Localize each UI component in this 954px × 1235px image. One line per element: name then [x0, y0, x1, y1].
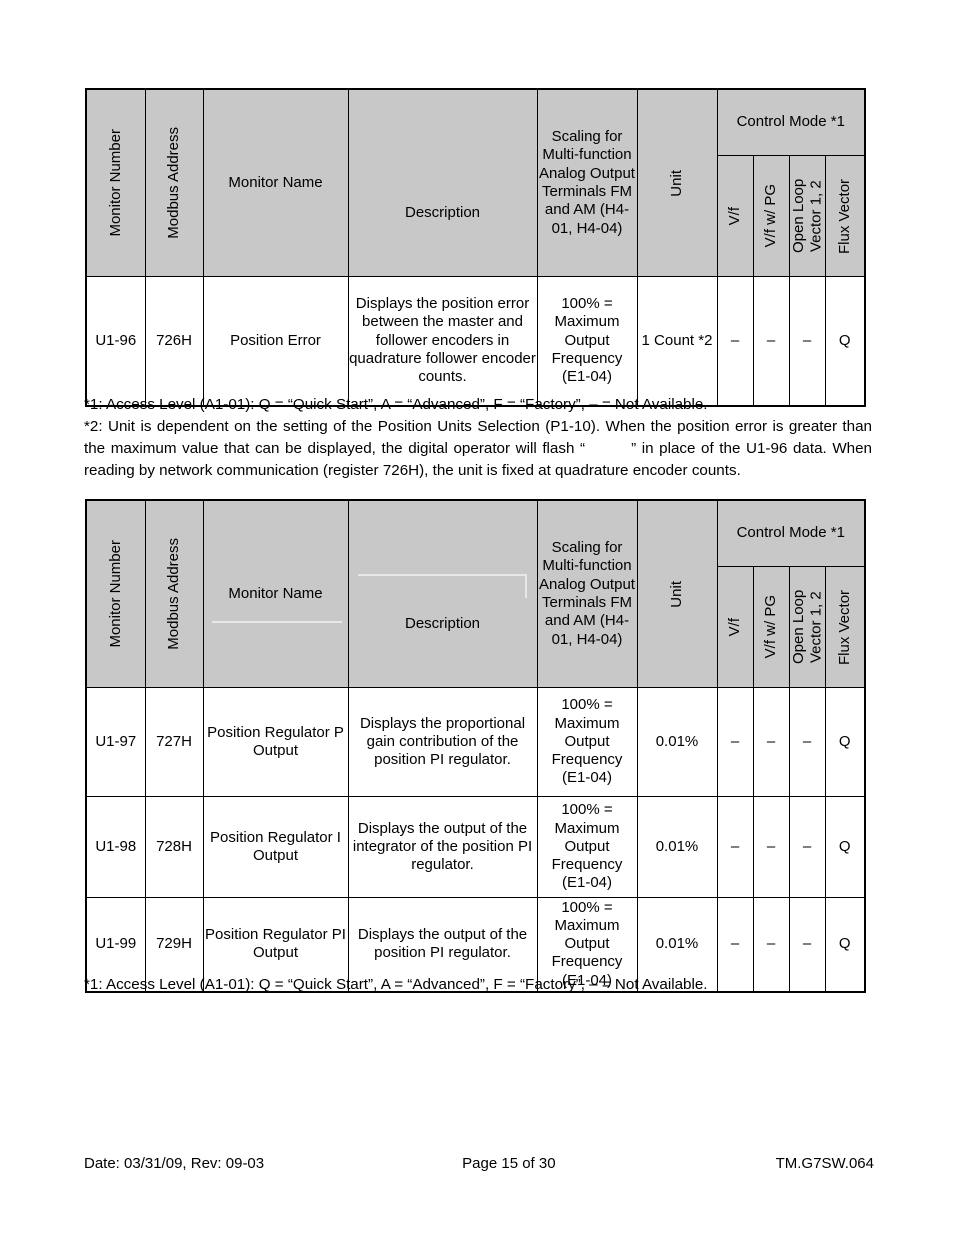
table-header-row-top: Monitor Number Modbus Address Monitor Na… — [85, 499, 866, 688]
table-row: U1-97 727H Position Regulator P Output D… — [85, 687, 866, 797]
header-control-mode: Control Mode *1 — [716, 499, 866, 567]
header-monitor-number-label: Monitor Number — [107, 540, 125, 648]
header-description: Description — [347, 88, 538, 277]
page-footer: Date: 03/31/09, Rev: 09-03 Page 15 of 30… — [84, 1155, 874, 1172]
cell-modbus-address: 728H — [144, 796, 204, 898]
cell-monitor-name: Position Regulator I Output — [202, 796, 349, 898]
header-mode-flux-vector-label: Flux Vector — [836, 178, 854, 254]
cell-scaling: 100% = Maximum Output Frequency (E1-04) — [536, 796, 638, 898]
header-control-mode-label: Control Mode *1 — [736, 113, 845, 131]
monitor-spec-table-1: Monitor Number Modbus Address Monitor Na… — [85, 88, 867, 407]
footer-page-number: Page 15 of 30 — [462, 1155, 556, 1172]
header-monitor-number: Monitor Number — [85, 499, 146, 688]
table-header-row-top: Monitor Number Modbus Address Monitor Na… — [85, 88, 866, 277]
header-monitor-name: Monitor Name — [202, 499, 349, 688]
header-mode-vf: V/f — [716, 155, 754, 277]
header-modbus-address-label: Modbus Address — [165, 538, 183, 650]
cell-mode-vf-pg: – — [752, 276, 790, 406]
header-unit: Unit — [636, 88, 718, 277]
cell-mode-flux-vector: Q — [824, 687, 866, 797]
table2-footnotes: *1: Access Level (A1-01): Q = “Quick Sta… — [84, 974, 872, 996]
header-mode-open-loop-vector-label: Open Loop Vector 1, 2 — [789, 589, 824, 665]
header-mode-vf-pg: V/f w/ PG — [752, 155, 790, 277]
table-row: U1-96 726H Position Error Displays the p… — [85, 276, 866, 406]
header-unit-label: Unit — [668, 169, 686, 197]
header-mode-flux-vector-label: Flux Vector — [836, 589, 854, 665]
cell-mode-open-loop-vector: – — [788, 276, 826, 406]
header-monitor-name: Monitor Name — [202, 88, 349, 277]
cell-mode-vf: – — [716, 796, 754, 898]
table2-body: U1-97 727H Position Regulator P Output D… — [85, 687, 866, 992]
header-mode-flux-vector: Flux Vector — [824, 566, 866, 688]
header-description: Description — [347, 499, 538, 688]
document-page: Monitor Number Modbus Address Monitor Na… — [0, 0, 954, 1235]
footer-doc-number: TM.G7SW.064 — [775, 1155, 874, 1172]
header-monitor-name-label: Monitor Name — [228, 173, 323, 191]
cell-unit: 0.01% — [636, 687, 718, 797]
header-mode-vf-pg: V/f w/ PG — [752, 566, 790, 688]
header-mode-open-loop-vector-label: Open Loop Vector 1, 2 — [789, 178, 824, 254]
footer-date-rev: Date: 03/31/09, Rev: 09-03 — [84, 1155, 265, 1172]
header-mode-vf-pg-label: V/f w/ PG — [762, 184, 780, 248]
cell-mode-vf: – — [716, 687, 754, 797]
header-mode-flux-vector: Flux Vector — [824, 155, 866, 277]
footnote-1: *1: Access Level (A1-01): Q = “Quick Sta… — [84, 396, 708, 413]
header-unit: Unit — [636, 499, 718, 688]
cell-modbus-address: 726H — [144, 276, 204, 406]
header-monitor-number-label: Monitor Number — [107, 129, 125, 237]
header-mode-open-loop-vector: Open Loop Vector 1, 2 — [788, 566, 826, 688]
header-description-label: Description — [404, 614, 481, 632]
cell-description: Displays the proportional gain contribut… — [347, 687, 538, 797]
cell-mode-flux-vector: Q — [824, 796, 866, 898]
cell-monitor-number: U1-97 — [85, 687, 146, 797]
cell-monitor-number: U1-96 — [85, 276, 146, 406]
cell-monitor-number: U1-98 — [85, 796, 146, 898]
cell-mode-vf: – — [716, 276, 754, 406]
header-modbus-address-label: Modbus Address — [165, 127, 183, 239]
cell-unit: 1 Count *2 — [636, 276, 718, 406]
cell-mode-open-loop-vector: – — [788, 796, 826, 898]
header-monitor-number: Monitor Number — [85, 88, 146, 277]
footnote-2: *2: Unit is dependent on the setting of … — [84, 416, 872, 482]
header-mode-vf-pg-label: V/f w/ PG — [762, 595, 780, 659]
cell-modbus-address: 727H — [144, 687, 204, 797]
monitor-spec-table-2: Monitor Number Modbus Address Monitor Na… — [85, 499, 867, 993]
header-modbus-address: Modbus Address — [144, 88, 204, 277]
cell-scaling: 100% = Maximum Output Frequency (E1-04) — [536, 687, 638, 797]
cell-description: Displays the output of the integrator of… — [347, 796, 538, 898]
cell-monitor-name: Position Error — [202, 276, 349, 406]
header-modbus-address: Modbus Address — [144, 499, 204, 688]
table1-body: U1-96 726H Position Error Displays the p… — [85, 276, 866, 406]
table1-footnotes: *1: Access Level (A1-01): Q = “Quick Sta… — [84, 394, 872, 482]
header-description-label: Description — [404, 203, 481, 221]
header-scaling: Scaling for Multi-function Analog Output… — [536, 499, 638, 688]
cell-mode-open-loop-vector: – — [788, 687, 826, 797]
header-mode-vf-label: V/f — [726, 206, 744, 226]
cell-scaling: 100% = Maximum Output Frequency (E1-04) — [536, 276, 638, 406]
header-monitor-name-label: Monitor Name — [228, 584, 323, 602]
header-control-mode-label: Control Mode *1 — [736, 524, 845, 542]
header-mode-vf-label: V/f — [726, 617, 744, 637]
header-scaling-label: Scaling for Multi-function Analog Output… — [539, 539, 635, 648]
cell-unit: 0.01% — [636, 796, 718, 898]
header-unit-label: Unit — [668, 580, 686, 608]
footnote-1: *1: Access Level (A1-01): Q = “Quick Sta… — [84, 976, 708, 993]
cell-mode-vf-pg: – — [752, 687, 790, 797]
cell-description: Displays the position error between the … — [347, 276, 538, 406]
cell-mode-vf-pg: – — [752, 796, 790, 898]
cell-mode-flux-vector: Q — [824, 276, 866, 406]
table-row: U1-98 728H Position Regulator I Output D… — [85, 796, 866, 898]
header-scaling-label: Scaling for Multi-function Analog Output… — [539, 128, 635, 237]
header-mode-vf: V/f — [716, 566, 754, 688]
header-scaling: Scaling for Multi-function Analog Output… — [536, 88, 638, 277]
header-control-mode: Control Mode *1 — [716, 88, 866, 156]
header-mode-open-loop-vector: Open Loop Vector 1, 2 — [788, 155, 826, 277]
cell-monitor-name: Position Regulator P Output — [202, 687, 349, 797]
